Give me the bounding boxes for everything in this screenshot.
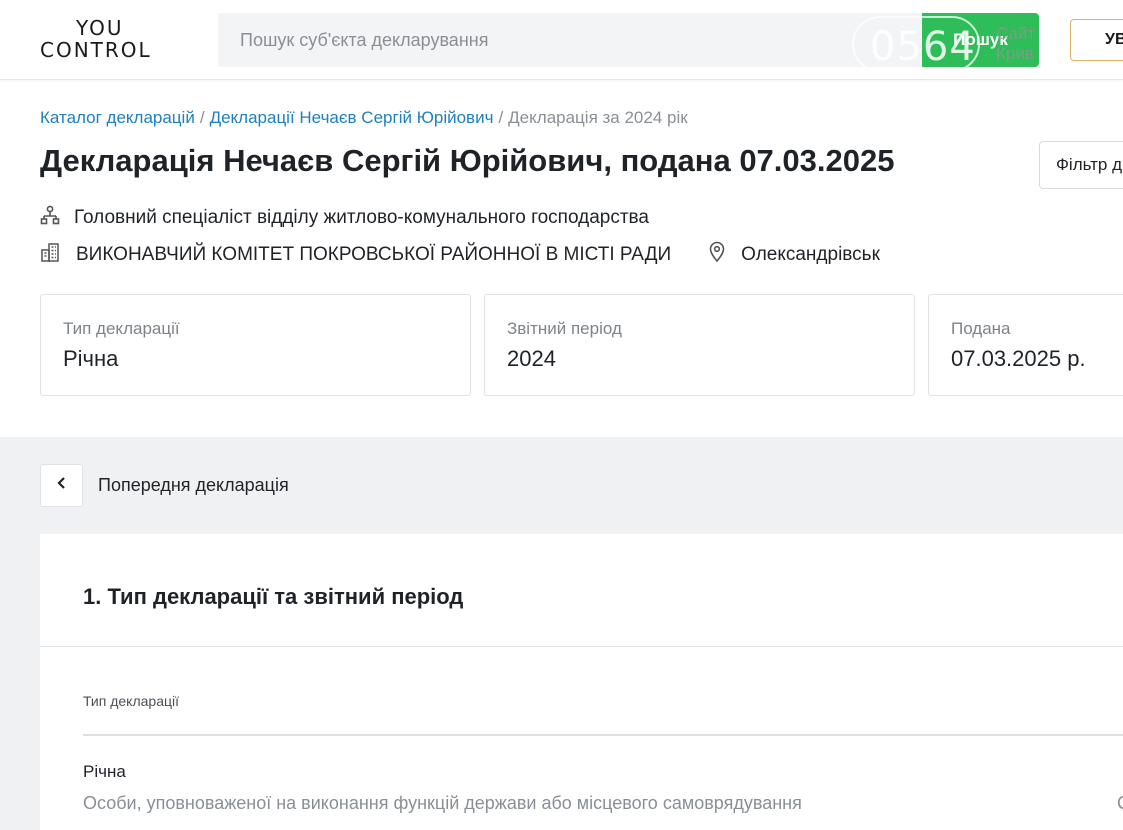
field-label: Тип декларації xyxy=(83,693,180,709)
breadcrumb-person-link[interactable]: Декларації Нечаєв Сергій Юрійович xyxy=(210,108,494,127)
search-button[interactable]: Пошук xyxy=(922,13,1039,67)
card-label: Тип декларації xyxy=(63,319,180,338)
person-hierarchy-icon xyxy=(40,205,74,231)
field-description: Особи, уповноваженої на виконання функці… xyxy=(83,793,802,813)
divider xyxy=(40,646,1123,647)
organization-row: ВИКОНАВЧИЙ КОМІТЕТ ПОКРОВСЬКОЇ РАЙОННОЇ … xyxy=(40,241,880,269)
logo-line-1: YOU xyxy=(76,16,124,40)
section-panel: 1. Тип декларації та звітний період Тип … xyxy=(40,534,1123,830)
declaration-type-card: Тип декларації Річна xyxy=(40,294,471,396)
page-title: Декларація Нечаєв Сергій Юрійович, подан… xyxy=(40,143,895,178)
submitted-date-card: Подана 07.03.2025 р. xyxy=(928,294,1123,396)
card-label: Подана xyxy=(951,319,1011,338)
search-box xyxy=(218,13,924,67)
position-row: Головний спеціаліст відділу житлово-кому… xyxy=(40,205,649,231)
card-value: Річна xyxy=(63,346,119,371)
breadcrumb-separator: / xyxy=(498,108,504,127)
building-icon xyxy=(40,242,76,268)
top-header: YOU CONTROL Пошук 0564 Сайт Крив УВ xyxy=(0,0,1123,80)
position-text: Головний спеціаліст відділу житлово-кому… xyxy=(74,207,649,228)
youcontrol-logo[interactable]: YOU CONTROL xyxy=(40,16,160,64)
breadcrumb-separator: / xyxy=(199,108,205,127)
divider xyxy=(83,734,1123,736)
organization-text: ВИКОНАВЧИЙ КОМІТЕТ ПОКРОВСЬКОЇ РАЙОННОЇ … xyxy=(76,244,672,265)
login-button[interactable]: УВ xyxy=(1070,19,1123,61)
previous-declaration-button[interactable] xyxy=(40,464,83,507)
breadcrumb-catalog-link[interactable]: Каталог декларацій xyxy=(40,108,195,127)
breadcrumb-current: Декларація за 2024 рік xyxy=(508,108,688,127)
city-text: Олександрівськ xyxy=(741,244,880,265)
previous-declaration-label[interactable]: Попередня декларація xyxy=(98,475,289,496)
field-extra-text: С xyxy=(1117,793,1123,814)
card-value: 2024 xyxy=(507,346,556,371)
search-input[interactable] xyxy=(218,13,924,67)
breadcrumb: Каталог декларацій / Декларації Нечаєв Сер… xyxy=(40,108,688,128)
filter-button[interactable]: Фільтр д xyxy=(1039,141,1123,189)
card-value: 07.03.2025 р. xyxy=(951,346,1086,371)
section-title: 1. Тип декларації та звітний період xyxy=(83,584,464,609)
field-value: Річна xyxy=(83,762,126,781)
card-label: Звітний період xyxy=(507,319,622,338)
chevron-left-icon xyxy=(56,476,68,495)
location-pin-icon xyxy=(707,241,741,269)
reporting-period-card: Звітний період 2024 xyxy=(484,294,915,396)
logo-line-2: CONTROL xyxy=(40,38,152,62)
